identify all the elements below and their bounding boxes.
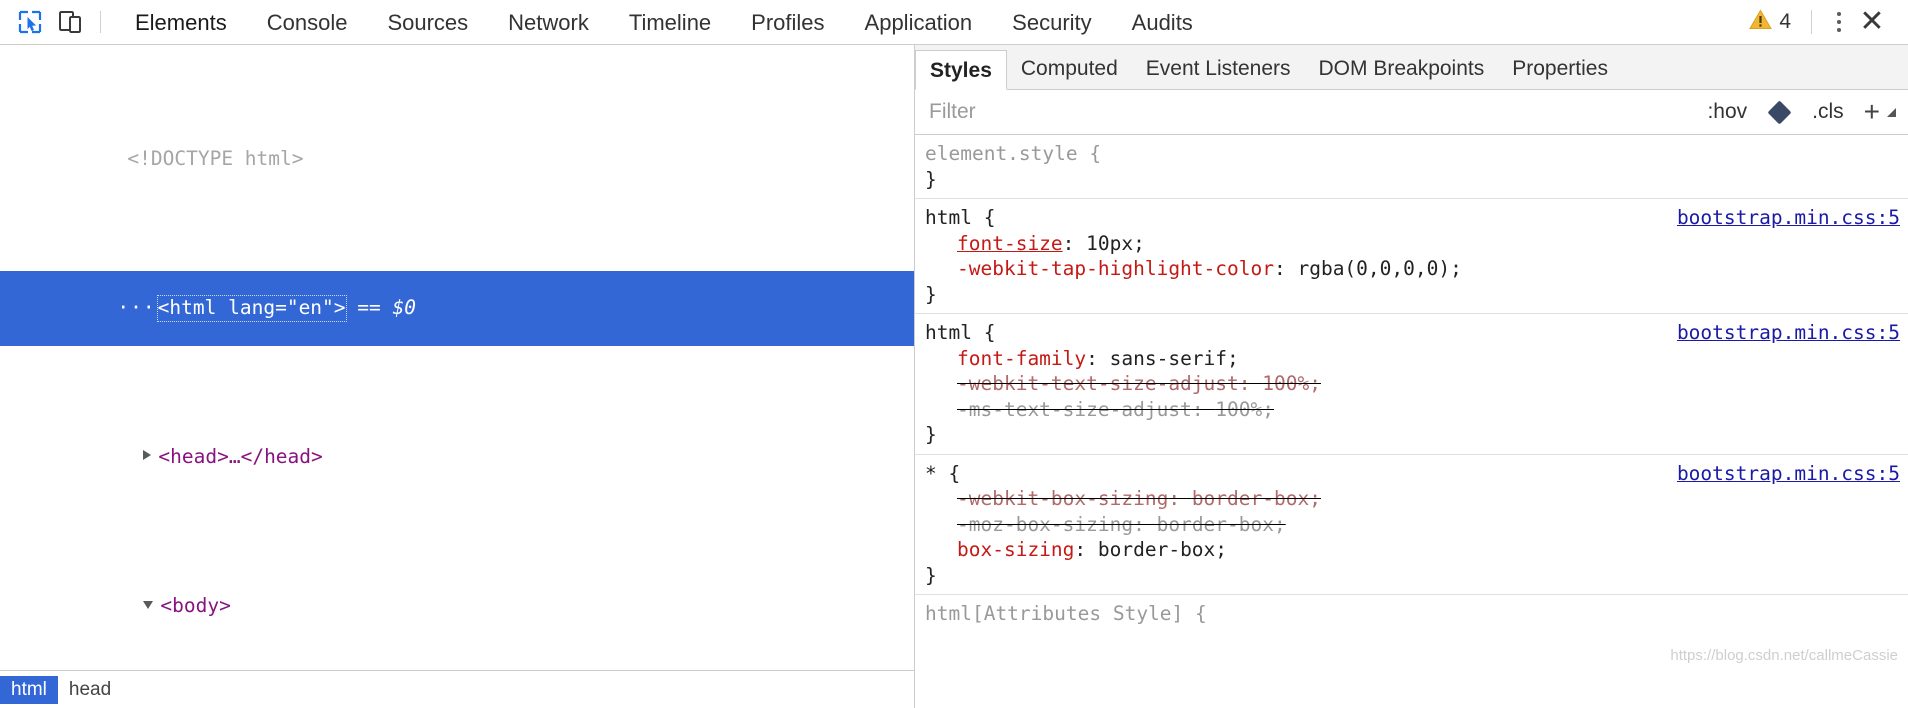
selected-node-ref: == $0 xyxy=(357,295,416,319)
tab-network[interactable]: Network xyxy=(488,0,609,45)
warning-count: 4 xyxy=(1779,10,1791,33)
css-source-link[interactable]: bootstrap.min.css:5 xyxy=(1677,461,1900,487)
expand-dots-icon[interactable]: ··· xyxy=(117,296,155,319)
chevron-right-icon[interactable] xyxy=(143,450,152,461)
css-rule-close: } xyxy=(925,282,937,306)
toolbar-right-group: 4 ✕ xyxy=(1749,4,1908,40)
styles-filter-bar: :hov .cls + xyxy=(915,90,1908,135)
css-rules-list[interactable]: element.style { } html { bootstrap.min.c… xyxy=(915,135,1908,708)
css-selector: html { xyxy=(925,321,996,344)
kebab-menu-icon[interactable] xyxy=(1824,6,1854,38)
breadcrumb-item-html[interactable]: html xyxy=(0,675,58,704)
device-toggle-icon[interactable] xyxy=(50,2,90,42)
tab-properties[interactable]: Properties xyxy=(1498,49,1622,89)
css-declaration-overridden[interactable]: -ms-text-size-adjust: 100%; xyxy=(925,397,1908,423)
dom-tree-scroll[interactable]: <!DOCTYPE html> ··· <html lang="en"> == $… xyxy=(0,45,914,670)
tab-security[interactable]: Security xyxy=(992,0,1111,45)
css-rule-close: } xyxy=(925,423,937,446)
styles-pane: Styles Computed Event Listeners DOM Brea… xyxy=(915,45,1908,708)
dom-node-doctype[interactable]: <!DOCTYPE html> xyxy=(0,122,914,196)
color-format-icon[interactable] xyxy=(1767,99,1792,125)
css-rule-close: } xyxy=(925,167,937,191)
css-rule-element-style[interactable]: element.style { } xyxy=(915,135,1908,199)
dom-node-head[interactable]: <head>…</head> xyxy=(0,420,914,494)
tab-profiles[interactable]: Profiles xyxy=(731,0,844,45)
breadcrumb-item-head[interactable]: head xyxy=(58,676,122,704)
chevron-down-icon[interactable] xyxy=(143,601,154,610)
class-editor-button[interactable]: .cls xyxy=(1802,100,1854,124)
styles-resize-handle-icon[interactable] xyxy=(1887,107,1896,117)
dom-node-html[interactable]: ··· <html lang="en"> == $0 xyxy=(0,271,914,346)
dom-tree-pane: <!DOCTYPE html> ··· <html lang="en"> == $… xyxy=(0,45,915,708)
dom-tag-name: html xyxy=(169,295,217,319)
tab-elements[interactable]: Elements xyxy=(115,0,247,45)
devtools-main: <!DOCTYPE html> ··· <html lang="en"> == $… xyxy=(0,45,1908,708)
dom-node-body[interactable]: <body> xyxy=(0,569,914,643)
dom-attr-value: "en" xyxy=(286,295,334,319)
css-selector: html { xyxy=(925,206,996,229)
dom-tree: <!DOCTYPE html> ··· <html lang="en"> == $… xyxy=(0,45,914,670)
css-declaration-overridden[interactable]: -moz-box-sizing: border-box; xyxy=(925,512,1908,538)
css-declaration[interactable]: box-sizing: border-box; xyxy=(925,537,1908,563)
tab-audits[interactable]: Audits xyxy=(1112,0,1213,45)
inspect-cursor-icon[interactable] xyxy=(10,2,50,42)
tab-console[interactable]: Console xyxy=(247,0,368,45)
toolbar-divider xyxy=(100,11,101,33)
css-declaration-overridden[interactable]: -webkit-box-sizing: border-box; xyxy=(925,486,1908,512)
css-rule-html-1[interactable]: html { bootstrap.min.css:5 font-size: 10… xyxy=(915,199,1908,314)
css-declaration[interactable]: font-family: sans-serif; xyxy=(925,346,1908,372)
tab-styles[interactable]: Styles xyxy=(915,50,1007,90)
tab-dom-breakpoints[interactable]: DOM Breakpoints xyxy=(1305,49,1499,89)
css-source-link[interactable]: bootstrap.min.css:5 xyxy=(1677,320,1900,346)
hov-state-button[interactable]: :hov xyxy=(1697,100,1757,124)
css-selector: * { xyxy=(925,461,961,485)
toolbar-right-divider xyxy=(1811,10,1812,34)
warning-indicator[interactable]: 4 xyxy=(1749,9,1791,35)
devtools-toolbar: Elements Console Sources Network Timelin… xyxy=(0,0,1908,45)
css-rule-html-2[interactable]: html { bootstrap.min.css:5 font-family: … xyxy=(915,314,1908,455)
tab-timeline[interactable]: Timeline xyxy=(609,0,731,45)
tab-sources[interactable]: Sources xyxy=(367,0,488,45)
css-source-link[interactable]: bootstrap.min.css:5 xyxy=(1677,205,1900,231)
css-rule-close: } xyxy=(925,563,937,587)
new-style-rule-button[interactable]: + xyxy=(1854,98,1884,126)
tab-application[interactable]: Application xyxy=(845,0,993,45)
css-rule-html-attributes-style[interactable]: html[Attributes Style] { xyxy=(915,595,1908,633)
css-rule-universal[interactable]: * { bootstrap.min.css:5 -webkit-box-sizi… xyxy=(915,455,1908,595)
tab-computed[interactable]: Computed xyxy=(1007,49,1132,89)
tab-event-listeners[interactable]: Event Listeners xyxy=(1132,49,1305,89)
styles-sidebar-tabs: Styles Computed Event Listeners DOM Brea… xyxy=(915,45,1908,90)
filter-input[interactable] xyxy=(927,99,1698,125)
breadcrumb: html head xyxy=(0,670,914,708)
css-declaration[interactable]: font-size: 10px; xyxy=(925,231,1908,257)
panel-tabs: Elements Console Sources Network Timelin… xyxy=(115,0,1213,44)
css-declaration-overridden[interactable]: -webkit-text-size-adjust: 100%; xyxy=(925,371,1908,397)
dom-attr-name: lang xyxy=(228,295,276,319)
warning-triangle-icon xyxy=(1749,9,1773,35)
css-selector: html[Attributes Style] { xyxy=(925,602,1207,625)
css-selector: element.style { xyxy=(925,142,1102,165)
css-declaration[interactable]: -webkit-tap-highlight-color: rgba(0,0,0,… xyxy=(925,256,1908,282)
close-icon[interactable]: ✕ xyxy=(1854,4,1890,40)
